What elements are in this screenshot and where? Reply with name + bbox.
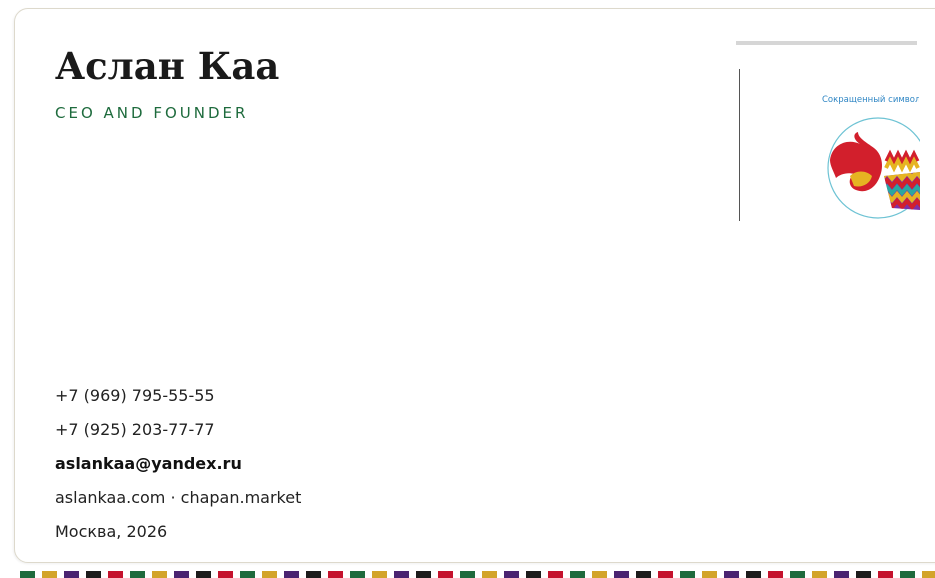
city-year: Москва, 2026: [55, 522, 168, 541]
stripe-segment: [20, 571, 35, 578]
stripe-segment: [438, 571, 453, 578]
stripe-segment: [350, 571, 365, 578]
stripe-segment: [570, 571, 585, 578]
top-rule: [736, 41, 917, 45]
stripe-segment: [130, 571, 145, 578]
stripe-segment: [218, 571, 233, 578]
stripe-segment: [526, 571, 541, 578]
stripe-segment: [768, 571, 783, 578]
stripe-segment: [372, 571, 387, 578]
stripe-segment: [790, 571, 805, 578]
phone-2[interactable]: +7 (925) 203-77-77: [55, 418, 301, 452]
stripe-segment: [460, 571, 475, 578]
decorative-stripe: [20, 571, 935, 578]
vertical-divider: [739, 69, 740, 221]
stripe-segment: [64, 571, 79, 578]
websites[interactable]: aslankaa.com · chapan.market: [55, 486, 301, 520]
stripe-segment: [856, 571, 871, 578]
stripe-segment: [658, 571, 673, 578]
stripe-segment: [196, 571, 211, 578]
stripe-segment: [922, 571, 935, 578]
person-name: Аслан Каа: [55, 44, 280, 88]
stripe-segment: [900, 571, 915, 578]
stripe-segment: [746, 571, 761, 578]
stripe-segment: [306, 571, 321, 578]
stripe-segment: [416, 571, 431, 578]
contact-block: +7 (969) 795-55-55 +7 (925) 203-77-77 as…: [55, 384, 301, 554]
stripe-segment: [504, 571, 519, 578]
logo-caption: Сокращенный символ: [822, 95, 919, 105]
stripe-segment: [702, 571, 717, 578]
stripe-segment: [812, 571, 827, 578]
stripe-segment: [328, 571, 343, 578]
stripe-segment: [394, 571, 409, 578]
stripe-segment: [680, 571, 695, 578]
chapan-flame-pattern-logo-icon: [827, 117, 920, 219]
stripe-segment: [240, 571, 255, 578]
stripe-segment: [482, 571, 497, 578]
stripe-segment: [262, 571, 277, 578]
stripe-segment: [636, 571, 651, 578]
stripe-segment: [86, 571, 101, 578]
stripe-segment: [284, 571, 299, 578]
stripe-segment: [834, 571, 849, 578]
stripe-segment: [878, 571, 893, 578]
stripe-segment: [152, 571, 167, 578]
stripe-segment: [42, 571, 57, 578]
stripe-segment: [614, 571, 629, 578]
stripe-segment: [724, 571, 739, 578]
job-title: CEO AND FOUNDER: [55, 104, 249, 122]
stripe-segment: [592, 571, 607, 578]
email-address[interactable]: aslankaa@yandex.ru: [55, 452, 301, 486]
stripe-segment: [174, 571, 189, 578]
stripe-segment: [108, 571, 123, 578]
phone-1[interactable]: +7 (969) 795-55-55: [55, 384, 301, 418]
stripe-segment: [548, 571, 563, 578]
logo-mark: [826, 114, 920, 224]
